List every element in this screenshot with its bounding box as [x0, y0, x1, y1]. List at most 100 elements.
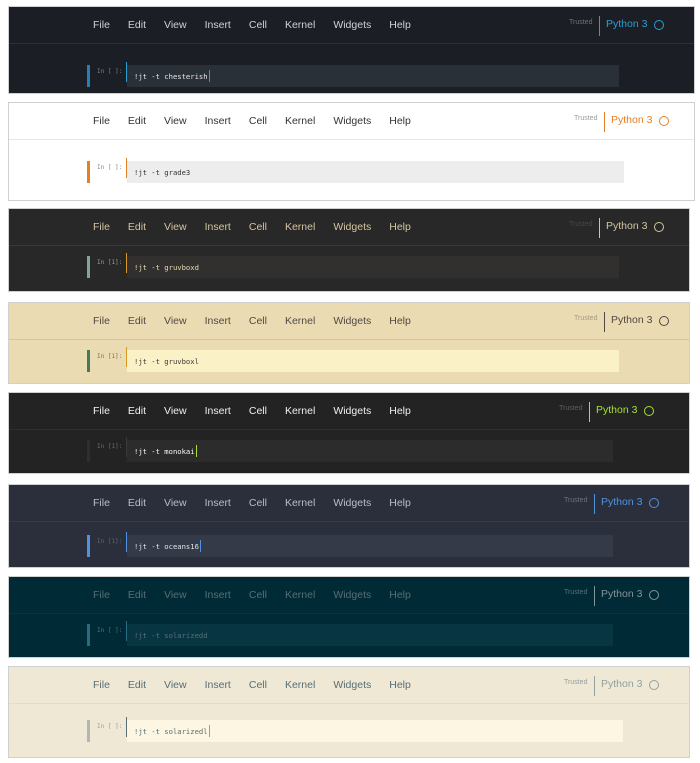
menu-item-view[interactable]: View — [164, 315, 187, 327]
menu-item-cell[interactable]: Cell — [249, 115, 267, 127]
trusted-indicator[interactable]: Trusted — [574, 315, 597, 322]
menu-item-cell[interactable]: Cell — [249, 405, 267, 417]
menu-item-widgets[interactable]: Widgets — [333, 679, 371, 691]
kernel-name[interactable]: Python 3 — [606, 220, 647, 232]
menu-item-widgets[interactable]: Widgets — [333, 589, 371, 601]
menu-item-file[interactable]: File — [93, 679, 110, 691]
menu-item-kernel[interactable]: Kernel — [285, 405, 315, 417]
menu-item-cell[interactable]: Cell — [249, 19, 267, 31]
cell-selection-bar — [87, 624, 90, 646]
menu-item-help[interactable]: Help — [389, 315, 411, 327]
menu-item-edit[interactable]: Edit — [128, 589, 146, 601]
menu-item-cell[interactable]: Cell — [249, 679, 267, 691]
trusted-indicator[interactable]: Trusted — [559, 405, 582, 412]
code-text[interactable]: !jt -t gruvboxl — [134, 357, 199, 366]
code-text[interactable]: !jt -t chesterish — [134, 72, 208, 81]
kernel-name[interactable]: Python 3 — [596, 404, 637, 416]
code-text[interactable]: !jt -t solarizedl — [134, 727, 208, 736]
menu-item-help[interactable]: Help — [389, 497, 411, 509]
menu-item-file[interactable]: File — [93, 589, 110, 601]
code-cell-input[interactable] — [127, 350, 619, 372]
menu-item-edit[interactable]: Edit — [128, 315, 146, 327]
kernel-name[interactable]: Python 3 — [601, 588, 642, 600]
menu-item-insert[interactable]: Insert — [205, 19, 231, 31]
menu-item-cell[interactable]: Cell — [249, 221, 267, 233]
trusted-indicator[interactable]: Trusted — [564, 589, 587, 596]
menu-item-edit[interactable]: Edit — [128, 221, 146, 233]
code-text[interactable]: !jt -t monokai — [134, 447, 195, 456]
menu-item-help[interactable]: Help — [389, 589, 411, 601]
code-text[interactable]: !jt -t grade3 — [134, 168, 190, 177]
menu-item-view[interactable]: View — [164, 221, 187, 233]
code-text[interactable]: !jt -t gruvboxd — [134, 263, 199, 272]
menu-divider — [9, 245, 689, 246]
trusted-indicator[interactable]: Trusted — [569, 19, 592, 26]
menu-item-kernel[interactable]: Kernel — [285, 19, 315, 31]
kernel-status-icon — [649, 498, 659, 508]
menu-item-widgets[interactable]: Widgets — [333, 497, 371, 509]
menu-item-insert[interactable]: Insert — [205, 589, 231, 601]
code-cell-input[interactable] — [127, 256, 619, 278]
menu-item-edit[interactable]: Edit — [128, 115, 146, 127]
theme-panel-solarizedd: File Edit View Insert Cell Kernel Widgets Help … — [8, 576, 690, 658]
trusted-indicator[interactable]: Trusted — [564, 679, 587, 686]
menu-item-edit[interactable]: Edit — [128, 679, 146, 691]
menu-item-kernel[interactable]: Kernel — [285, 497, 315, 509]
cell-selection-bar — [87, 535, 90, 557]
menu-item-cell[interactable]: Cell — [249, 497, 267, 509]
menu-item-kernel[interactable]: Kernel — [285, 115, 315, 127]
menu-item-edit[interactable]: Edit — [128, 497, 146, 509]
menu-item-widgets[interactable]: Widgets — [333, 315, 371, 327]
menu-item-file[interactable]: File — [93, 115, 110, 127]
menu-item-view[interactable]: View — [164, 115, 187, 127]
menu-item-view[interactable]: View — [164, 405, 187, 417]
menu-item-kernel[interactable]: Kernel — [285, 589, 315, 601]
menu-item-edit[interactable]: Edit — [128, 19, 146, 31]
menu-item-view[interactable]: View — [164, 679, 187, 691]
menu-item-help[interactable]: Help — [389, 19, 411, 31]
trusted-indicator[interactable]: Trusted — [574, 115, 597, 122]
menu-item-kernel[interactable]: Kernel — [285, 315, 315, 327]
menu-item-kernel[interactable]: Kernel — [285, 221, 315, 233]
menu-item-insert[interactable]: Insert — [205, 405, 231, 417]
menu-item-help[interactable]: Help — [389, 115, 411, 127]
menu-item-insert[interactable]: Insert — [205, 221, 231, 233]
trusted-indicator[interactable]: Trusted — [564, 497, 587, 504]
menu-item-file[interactable]: File — [93, 315, 110, 327]
kernel-name[interactable]: Python 3 — [601, 496, 642, 508]
menu-item-file[interactable]: File — [93, 497, 110, 509]
menu-item-edit[interactable]: Edit — [128, 405, 146, 417]
kernel-name[interactable]: Python 3 — [606, 18, 647, 30]
kernel-name[interactable]: Python 3 — [611, 314, 652, 326]
trusted-indicator[interactable]: Trusted — [569, 221, 592, 228]
kernel-name[interactable]: Python 3 — [601, 678, 642, 690]
menu-item-cell[interactable]: Cell — [249, 589, 267, 601]
menu-item-widgets[interactable]: Widgets — [333, 19, 371, 31]
code-text[interactable]: !jt -t oceans16 — [134, 542, 199, 551]
menu-item-file[interactable]: File — [93, 221, 110, 233]
kernel-name[interactable]: Python 3 — [611, 114, 652, 126]
menu-item-kernel[interactable]: Kernel — [285, 679, 315, 691]
menu-item-help[interactable]: Help — [389, 405, 411, 417]
menu-item-widgets[interactable]: Widgets — [333, 221, 371, 233]
code-cell-input[interactable] — [127, 440, 613, 462]
menu-item-insert[interactable]: Insert — [205, 115, 231, 127]
menu-item-insert[interactable]: Insert — [205, 497, 231, 509]
cell-prompt: In [1]: — [97, 538, 123, 545]
code-text[interactable]: !jt -t solarizedd — [134, 631, 208, 640]
menu-item-insert[interactable]: Insert — [205, 315, 231, 327]
menu-item-view[interactable]: View — [164, 589, 187, 601]
menu-item-file[interactable]: File — [93, 405, 110, 417]
menu-item-file[interactable]: File — [93, 19, 110, 31]
menu-item-cell[interactable]: Cell — [249, 315, 267, 327]
menu-item-widgets[interactable]: Widgets — [333, 115, 371, 127]
code-cell-input[interactable] — [127, 161, 624, 183]
menu-item-insert[interactable]: Insert — [205, 679, 231, 691]
menu-item-view[interactable]: View — [164, 497, 187, 509]
menu-divider — [9, 139, 694, 140]
cell-selection-bar — [87, 350, 90, 372]
menu-item-view[interactable]: View — [164, 19, 187, 31]
menu-item-help[interactable]: Help — [389, 679, 411, 691]
menu-item-widgets[interactable]: Widgets — [333, 405, 371, 417]
menu-item-help[interactable]: Help — [389, 221, 411, 233]
